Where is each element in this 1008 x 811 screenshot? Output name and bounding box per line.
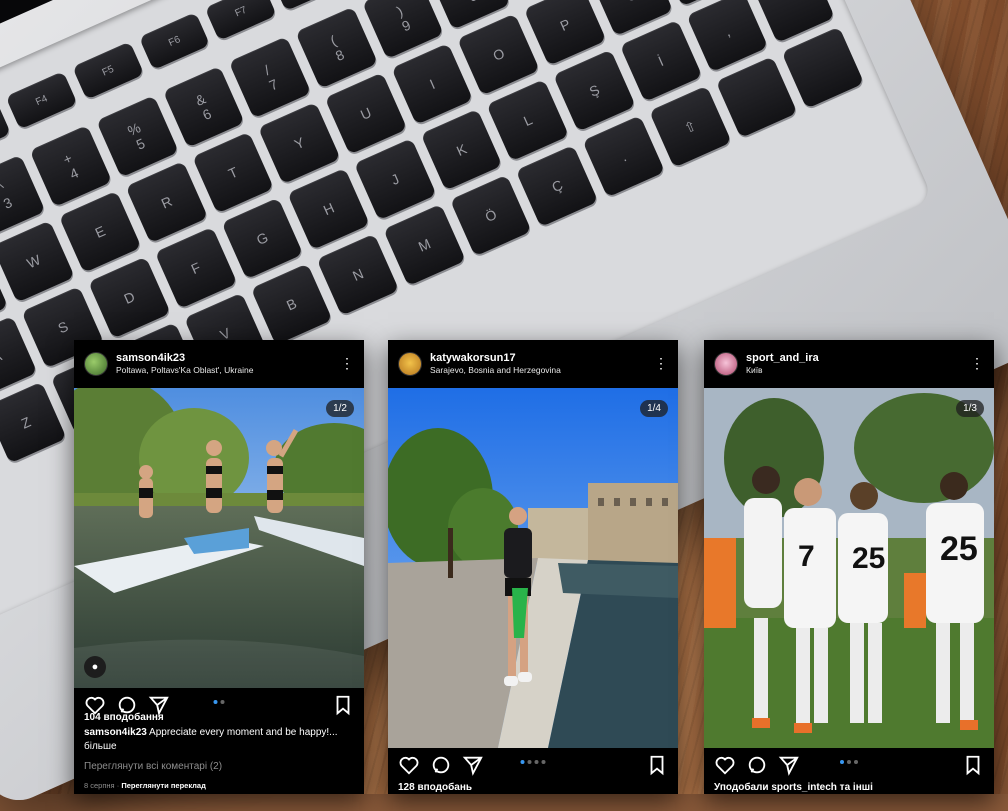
keyboard-key: Y [258, 102, 341, 184]
instagram-post-card: samson4ik23 Poltawa, Poltavs'Ka Oblast',… [74, 340, 364, 794]
post-username[interactable]: sport_and_ira [746, 352, 819, 365]
view-comments-link[interactable]: Переглянути всі коментарі (2) [84, 760, 354, 774]
more-icon[interactable]: ⋮ [340, 356, 354, 370]
likes-count[interactable]: 104 вподобання [84, 711, 354, 725]
sarajevo-river-photo [388, 388, 678, 748]
paddleboard-photo [74, 388, 364, 688]
keyboard-key: B [250, 263, 333, 345]
instagram-post-card: sport_and_ira Київ ⋮ [704, 340, 994, 794]
post-header: katywakorsun17 Sarajevo, Bosnia and Herz… [388, 340, 678, 388]
keyboard-key: ⇧ [649, 86, 732, 168]
keyboard-key: F6 [138, 12, 210, 70]
keyboard-key: + 4 [30, 125, 112, 207]
share-icon[interactable] [778, 754, 800, 776]
caption-username[interactable]: samson4ik23 [84, 727, 147, 738]
football-team-photo: 7 25 25 [704, 388, 994, 748]
carousel-counter: 1/2 [326, 400, 354, 417]
keyboard-key: Ş [553, 50, 635, 132]
post-username[interactable]: katywakorsun17 [430, 352, 561, 365]
post-photo[interactable]: 7 25 25 1/3 [704, 388, 994, 748]
keyboard-key: K [420, 109, 503, 191]
keyboard-key: D [88, 257, 170, 339]
keyboard-key: F4 [6, 71, 78, 129]
post-location[interactable]: Sarajevo, Bosnia and Herzegovina [430, 365, 561, 376]
translate-link[interactable]: Переглянути переклад [121, 781, 206, 790]
instagram-post-card: katywakorsun17 Sarajevo, Bosnia and Herz… [388, 340, 678, 794]
keyboard-key: H [287, 168, 370, 250]
bookmark-icon[interactable] [646, 754, 668, 776]
keyboard-key: U [325, 72, 407, 154]
keyboard-key: , [686, 0, 769, 73]
bookmark-icon[interactable] [962, 754, 984, 776]
keyboard-key: T [192, 132, 275, 214]
keyboard-key: ( 8 [295, 7, 377, 89]
keyboard-key: % 5 [96, 95, 179, 177]
keyboard-key: İ [620, 20, 703, 102]
keyboard-key: & 6 [162, 66, 245, 148]
jersey-number: 25 [940, 530, 978, 568]
comment-icon[interactable] [430, 754, 452, 776]
keyboard-key: Ç [516, 145, 599, 227]
post-date: 8 серпня [84, 781, 115, 790]
post-username[interactable]: samson4ik23 [116, 352, 253, 365]
avatar[interactable] [84, 352, 108, 376]
keyboard-key: F [155, 227, 238, 309]
post-photo[interactable]: 1/4 [388, 388, 678, 748]
likes-count[interactable]: 128 вподобань [398, 781, 668, 795]
keyboard-key: M [383, 204, 465, 286]
heart-icon[interactable] [398, 754, 420, 776]
avatar[interactable] [398, 352, 422, 376]
post-location[interactable]: Київ [746, 365, 819, 376]
keyboard-key: N [317, 234, 400, 316]
carousel-counter: 1/3 [956, 400, 984, 417]
carousel-counter: 1/4 [640, 400, 668, 417]
keyboard-key: I [391, 43, 474, 125]
more-icon[interactable]: ⋮ [970, 356, 984, 370]
post-photo[interactable]: 1/2 ● [74, 388, 364, 688]
post-header: sport_and_ira Київ ⋮ [704, 340, 994, 388]
keyboard-key [715, 56, 798, 138]
keyboard-key: Ö [450, 174, 533, 256]
post-actions [704, 748, 994, 782]
keyboard-key: / 7 [229, 36, 312, 118]
post-meta: 8 серпня · Переглянути переклад [84, 779, 354, 793]
post-caption: samson4ik23 Appreciate every moment and … [84, 726, 354, 754]
keyboard-key: Z [0, 381, 67, 463]
keyboard-key: R [125, 161, 208, 243]
keyboard-key: F7 [205, 0, 277, 41]
jersey-number: 7 [798, 540, 815, 573]
keyboard-key: G [221, 197, 304, 279]
keyboard-key: E [59, 191, 141, 273]
post-location[interactable]: Poltawa, Poltavs'Ka Oblast', Ukraine [116, 365, 253, 376]
share-icon[interactable] [462, 754, 484, 776]
carousel-pager [840, 760, 858, 764]
heart-icon[interactable] [714, 754, 736, 776]
keyboard-key [782, 27, 865, 109]
keyboard-key: W [0, 220, 75, 302]
keyboard-key: L [487, 79, 570, 161]
post-header: samson4ik23 Poltawa, Poltavs'Ka Oblast',… [74, 340, 364, 388]
keyboard-key: . [582, 115, 664, 197]
carousel-pager [521, 760, 546, 764]
comment-icon[interactable] [746, 754, 768, 776]
more-icon[interactable]: ⋮ [654, 356, 668, 370]
keyboard-key: F5 [72, 42, 144, 100]
avatar[interactable] [714, 352, 738, 376]
jersey-number: 25 [852, 542, 885, 575]
keyboard-key: O [457, 13, 540, 95]
user-tag-icon[interactable]: ● [84, 656, 106, 678]
carousel-pager [214, 700, 225, 704]
keyboard-key: F8 [271, 0, 343, 11]
keyboard-key: J [354, 138, 436, 220]
keyboard-key: F3 [0, 101, 11, 159]
likes-count[interactable]: Уподобали sports_intech та інші [714, 781, 984, 795]
post-actions [388, 748, 678, 782]
